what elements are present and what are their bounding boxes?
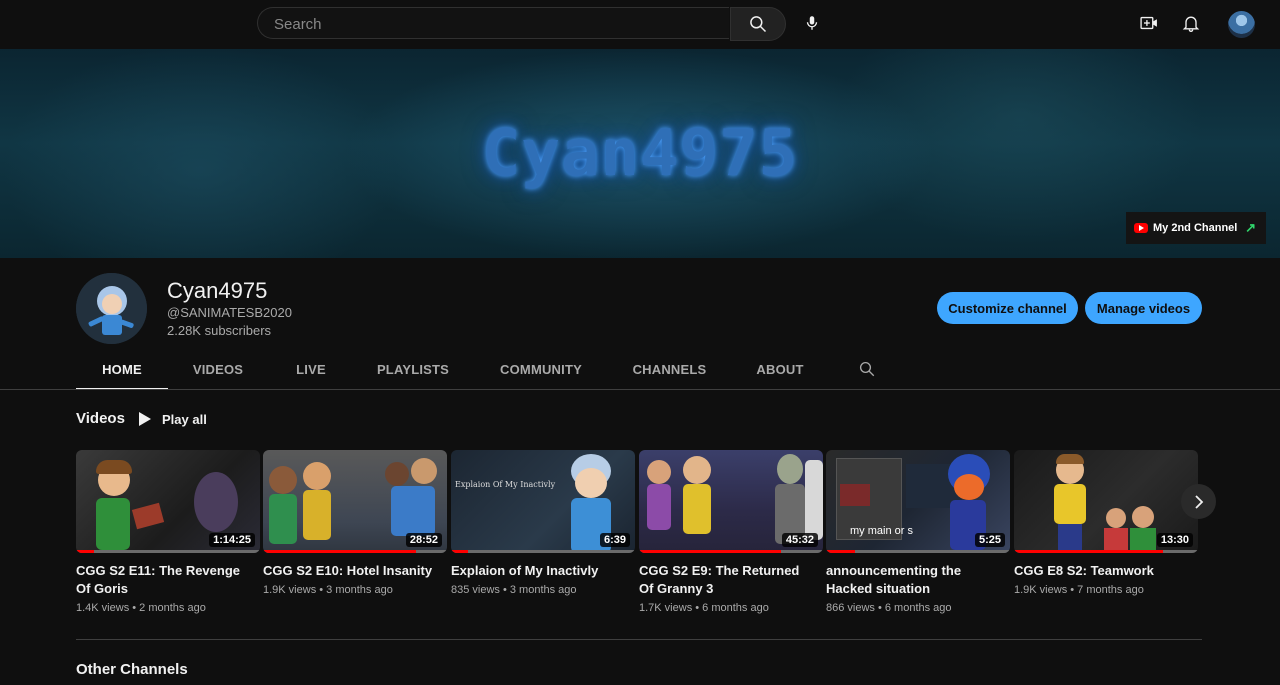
section-divider — [76, 639, 1202, 640]
other-channels-title: Other Channels — [76, 661, 188, 678]
video-thumbnail[interactable]: 13:30 — [1014, 450, 1198, 553]
tab-channels[interactable]: CHANNELS — [622, 349, 717, 389]
play-all-button[interactable]: Play all — [138, 410, 207, 428]
search-button[interactable] — [730, 7, 786, 41]
video-meta: 1.4K views • 2 months ago — [76, 602, 206, 614]
subscriber-count: 2.28K subscribers — [167, 323, 272, 338]
video-thumbnail[interactable]: 28:52 — [263, 450, 447, 553]
watch-progress-bar — [451, 550, 468, 553]
video-title[interactable]: CGG E8 S2: Teamwork — [1014, 562, 1190, 580]
search-input[interactable] — [272, 8, 716, 40]
video-meta: 1.7K views • 6 months ago — [639, 602, 769, 614]
voice-search-button[interactable] — [797, 8, 827, 38]
mic-icon — [806, 16, 818, 30]
tab-live[interactable]: LIVE — [276, 349, 346, 389]
watch-progress-bar — [826, 550, 856, 553]
banner-link-label: My 2nd Channel — [1153, 222, 1238, 234]
customize-channel-button[interactable]: Customize channel — [937, 292, 1078, 324]
video-card[interactable]: Explaion Of My Inactivly 6:39 Explaion o… — [451, 450, 635, 596]
external-link-icon: ↗ — [1245, 220, 1256, 235]
video-title[interactable]: announcementing the Hacked situation — [826, 562, 1002, 598]
video-meta: 866 views • 6 months ago — [826, 602, 952, 614]
video-thumbnail[interactable]: 45:32 — [639, 450, 823, 553]
video-meta: 835 views • 3 months ago — [451, 584, 577, 596]
videos-section-title: Videos — [76, 410, 125, 427]
video-card[interactable]: 28:52 CGG S2 E10: Hotel Insanity 1.9K vi… — [263, 450, 447, 596]
video-thumbnail[interactable]: Explaion Of My Inactivly 6:39 — [451, 450, 635, 553]
banner-title: Cyan4975 — [481, 117, 799, 191]
video-title[interactable]: CGG S2 E11: The Revenge Of Goris — [76, 562, 252, 598]
account-avatar[interactable] — [1228, 11, 1255, 38]
watch-progress-bar — [263, 550, 416, 553]
video-card[interactable]: 13:30 CGG E8 S2: Teamwork 1.9K views • 7… — [1014, 450, 1198, 596]
tab-videos[interactable]: VIDEOS — [178, 349, 258, 389]
video-meta: 1.9K views • 3 months ago — [263, 584, 393, 596]
tabs-divider — [0, 389, 1280, 390]
video-title[interactable]: CGG S2 E10: Hotel Insanity — [263, 562, 439, 580]
tab-home[interactable]: HOME — [76, 349, 168, 390]
search-icon — [750, 16, 767, 33]
watch-progress-bar — [1014, 550, 1164, 553]
video-thumbnail[interactable]: 1:14:25 — [76, 450, 260, 553]
video-title[interactable]: Explaion of My Inactivly — [451, 562, 627, 580]
play-icon — [139, 412, 151, 426]
manage-videos-button[interactable]: Manage videos — [1085, 292, 1202, 324]
watch-progress-bar — [639, 550, 781, 553]
create-video-icon — [1140, 16, 1157, 30]
tab-about[interactable]: ABOUT — [744, 349, 816, 389]
video-duration: 5:25 — [974, 533, 1005, 547]
video-card[interactable]: 45:32 CGG S2 E9: The Returned Of Granny … — [639, 450, 823, 614]
channel-search-button[interactable] — [858, 360, 876, 378]
video-duration: 28:52 — [405, 533, 442, 547]
banner-link-my-2nd-channel[interactable]: My 2nd Channel ↗ — [1126, 212, 1266, 244]
video-duration: 13:30 — [1156, 533, 1193, 547]
channel-handle: @SANIMATESB2020 — [167, 305, 292, 320]
play-all-label: Play all — [162, 411, 207, 427]
channel-banner: Cyan4975 — [0, 49, 1280, 258]
search-box — [257, 7, 729, 40]
tab-playlists[interactable]: PLAYLISTS — [366, 349, 460, 389]
notifications-button[interactable] — [1176, 8, 1206, 38]
thumbnail-caption: Explaion Of My Inactivly — [455, 480, 556, 489]
video-card[interactable]: 1:14:25 CGG S2 E11: The Revenge Of Goris… — [76, 450, 260, 614]
video-duration: 1:14:25 — [209, 533, 255, 547]
video-duration: 6:39 — [599, 533, 630, 547]
video-duration: 45:32 — [781, 533, 818, 547]
channel-name: Cyan4975 — [167, 278, 268, 303]
video-meta: 1.9K views • 7 months ago — [1014, 584, 1144, 596]
watch-progress-bar — [76, 550, 95, 553]
chevron-right-icon — [1194, 494, 1203, 509]
video-title[interactable]: CGG S2 E9: The Returned Of Granny 3 — [639, 562, 815, 598]
video-card[interactable]: my main or s 5:25 announcementing the Ha… — [826, 450, 1010, 614]
youtube-logo-icon — [1134, 223, 1148, 233]
video-thumbnail[interactable]: my main or s 5:25 — [826, 450, 1010, 553]
thumbnail-caption: my main or s — [850, 525, 913, 537]
bell-icon — [1182, 16, 1200, 32]
channel-avatar — [76, 273, 147, 344]
carousel-next-button[interactable] — [1181, 484, 1216, 519]
search-icon — [859, 361, 875, 377]
create-button[interactable] — [1134, 8, 1164, 38]
tab-community[interactable]: COMMUNITY — [488, 349, 594, 389]
